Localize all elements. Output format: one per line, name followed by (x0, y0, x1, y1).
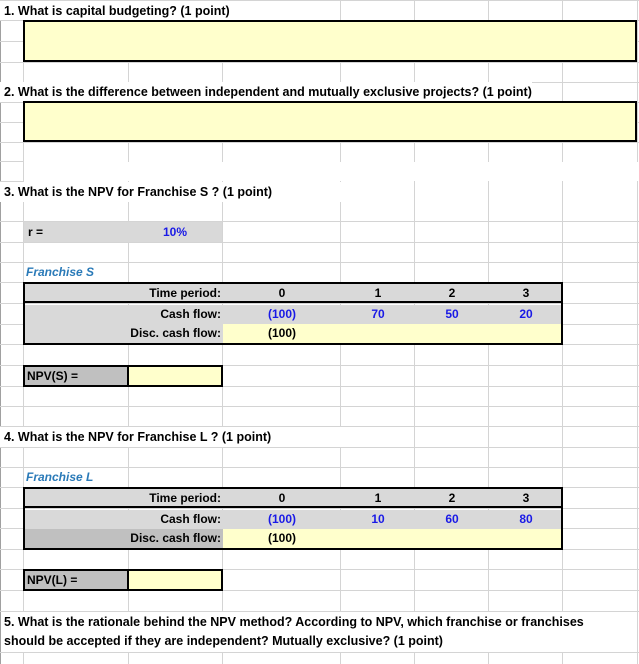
grid-line (0, 62, 639, 63)
question-3: 3. What is the NPV for Franchise S ? (1 … (0, 182, 344, 202)
grid-line (637, 0, 638, 664)
npv-s-input[interactable] (127, 365, 223, 387)
time-period-label: Time period: (149, 491, 221, 505)
disc-cash-flow-1[interactable] (341, 324, 415, 343)
disc-cash-flow-2[interactable] (415, 529, 489, 548)
time-period-label: Time period: (149, 286, 221, 300)
disc-cash-flow-2[interactable] (415, 324, 489, 343)
answer-2-input[interactable] (23, 101, 637, 142)
period-3: 3 (522, 491, 530, 505)
question-1: 1. What is capital budgeting? (1 point) (0, 1, 230, 20)
grid-line (0, 142, 639, 143)
period-0: 0 (278, 491, 286, 505)
answer-1-input[interactable] (23, 20, 637, 62)
disc-cash-flow-1[interactable] (341, 529, 415, 548)
rate-label: r = (28, 225, 44, 239)
rate-value[interactable]: 10% (128, 222, 222, 242)
disc-cash-flow-3[interactable] (489, 529, 561, 548)
disc-cash-flow-3[interactable] (489, 324, 561, 343)
cash-flow-2[interactable]: 50 (415, 305, 489, 324)
disc-cash-flow-0[interactable]: (100) (223, 324, 341, 343)
question-4: 4. What is the NPV for Franchise L ? (1 … (0, 427, 344, 447)
cash-flow-0[interactable]: (100) (223, 510, 341, 529)
period-0: 0 (278, 286, 286, 300)
grid-line (0, 447, 639, 448)
franchise-l-table: Time period: Cash flow: Disc. cash flow:… (23, 487, 563, 550)
grid-line (0, 262, 639, 263)
disc-cash-flow-label: Disc. cash flow: (130, 326, 221, 340)
disc-cash-flow-0[interactable]: (100) (223, 529, 341, 548)
question-5: 5. What is the rationale behind the NPV … (1, 612, 637, 652)
grid-line (0, 242, 639, 243)
npv-s-label-cell: NPV(S) = (23, 365, 129, 387)
cash-flow-0[interactable]: (100) (223, 305, 341, 324)
franchise-l-title: Franchise L (26, 470, 94, 484)
rate-row: r = 10% (24, 222, 222, 242)
cash-flow-1[interactable]: 70 (341, 305, 415, 324)
cash-flow-label: Cash flow: (160, 512, 221, 526)
period-2: 2 (448, 286, 456, 300)
franchise-s-table: Time period: Cash flow: Disc. cash flow:… (23, 282, 563, 345)
npv-l-label-cell: NPV(L) = (23, 569, 129, 591)
disc-cash-flow-label: Disc. cash flow: (130, 531, 221, 545)
period-1: 1 (374, 286, 382, 300)
cash-flow-label: Cash flow: (160, 307, 221, 321)
grid-line (0, 467, 639, 468)
question-2: 2. What is the difference between indepe… (0, 82, 532, 102)
cash-flow-2[interactable]: 60 (415, 510, 489, 529)
cash-flow-3[interactable]: 80 (489, 510, 563, 529)
npv-s-label: NPV(S) = (27, 369, 79, 383)
grid-line (0, 161, 24, 162)
blank-area (24, 162, 639, 181)
period-3: 3 (522, 286, 530, 300)
cash-flow-1[interactable]: 10 (341, 510, 415, 529)
question-5-line-1: 5. What is the rationale behind the NPV … (4, 615, 584, 629)
grid-line (0, 652, 639, 653)
period-1: 1 (374, 491, 382, 505)
period-2: 2 (448, 491, 456, 505)
question-5-line-2: should be accepted if they are independe… (4, 634, 443, 648)
franchise-s-title: Franchise S (26, 265, 95, 279)
cash-flow-3[interactable]: 20 (489, 305, 563, 324)
npv-l-input[interactable] (127, 569, 223, 591)
npv-l-label: NPV(L) = (27, 573, 78, 587)
grid-line (0, 406, 639, 407)
